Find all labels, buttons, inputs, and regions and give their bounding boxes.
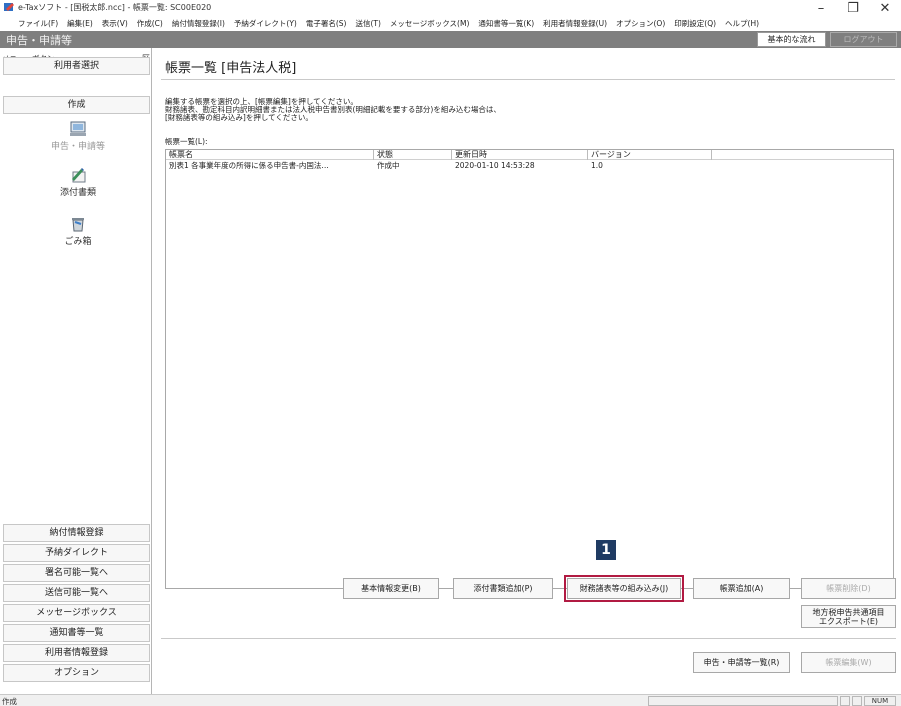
cell-updated: 2020-01-10 14:53:28 bbox=[455, 161, 535, 170]
menu-view[interactable]: 表示(V) bbox=[102, 17, 128, 31]
maximize-icon[interactable]: ❐ bbox=[838, 0, 868, 18]
instructions: 編集する帳票を選択の上、[帳票編集]を押してください。 財務諸表、勘定科目内訳明… bbox=[165, 98, 501, 122]
add-attachment-button[interactable]: 添付書類追加(P) bbox=[453, 578, 553, 599]
column-header-version[interactable]: バージョン bbox=[588, 150, 712, 160]
sidebar-sendable-list-button[interactable]: 送信可能一覧へ bbox=[3, 584, 150, 602]
delete-form-button[interactable]: 帳票削除(D) bbox=[801, 578, 896, 599]
step-badge: 1 bbox=[596, 540, 616, 560]
column-header-status[interactable]: 状態 bbox=[374, 150, 452, 160]
close-icon[interactable]: ✕ bbox=[870, 0, 900, 18]
tool-application[interactable]: 申告・申請等 bbox=[38, 121, 118, 152]
menu-message-box[interactable]: メッセージボックス(M) bbox=[390, 17, 469, 31]
tool-trash[interactable]: ごみ箱 bbox=[38, 216, 118, 247]
menu-edit[interactable]: 編集(E) bbox=[67, 17, 93, 31]
status-text: 作成 bbox=[2, 697, 17, 706]
num-lock-indicator: NUM bbox=[864, 696, 896, 706]
tool-application-label: 申告・申請等 bbox=[50, 142, 105, 152]
menu-options[interactable]: オプション(O) bbox=[616, 17, 665, 31]
sidebar-message-box-button[interactable]: メッセージボックス bbox=[3, 604, 150, 622]
logout-button[interactable]: ログアウト bbox=[830, 32, 897, 47]
section-header: 申告・申請等 基本的な流れ ログアウト bbox=[0, 31, 901, 48]
sidebar-options-button[interactable]: オプション bbox=[3, 664, 150, 682]
menu-create[interactable]: 作成(C) bbox=[137, 17, 163, 31]
menu-bar: ファイル(F) 編集(E) 表示(V) 作成(C) 納付情報登録(I) 予納ダイ… bbox=[0, 17, 901, 31]
column-header-name[interactable]: 帳票名 bbox=[166, 150, 374, 160]
menu-print-settings[interactable]: 印刷設定(Q) bbox=[674, 17, 716, 31]
bottom-divider bbox=[161, 638, 896, 639]
application-list-button[interactable]: 申告・申請等一覧(R) bbox=[693, 652, 790, 673]
sidebar-notices-button[interactable]: 通知書等一覧 bbox=[3, 624, 150, 642]
computer-icon bbox=[70, 121, 86, 136]
minimize-icon[interactable]: – bbox=[806, 0, 836, 18]
cell-status: 作成中 bbox=[377, 161, 400, 170]
title-bar: e-Taxソフト - [国税太郎.ncc] - 帳票一覧: SC00E020 –… bbox=[0, 0, 901, 16]
sidebar-user-info-button[interactable]: 利用者情報登録 bbox=[3, 644, 150, 662]
menu-send[interactable]: 送信(T) bbox=[355, 17, 380, 31]
menu-user-info[interactable]: 利用者情報登録(U) bbox=[543, 17, 607, 31]
menu-signature[interactable]: 電子署名(S) bbox=[306, 17, 347, 31]
section-title: 申告・申請等 bbox=[6, 34, 72, 47]
tool-attachment-label: 添付書類 bbox=[59, 188, 96, 198]
menu-prepay-direct[interactable]: 予納ダイレクト(Y) bbox=[234, 17, 297, 31]
basic-info-change-button[interactable]: 基本情報変更(B) bbox=[343, 578, 439, 599]
highlight-frame bbox=[564, 575, 684, 602]
export-local-tax-line2: エクスポート(E) bbox=[818, 617, 879, 626]
trash-icon bbox=[72, 218, 84, 232]
menu-payment-info[interactable]: 納付情報登録(I) bbox=[172, 17, 225, 31]
main-panel: 帳票一覧 [申告法人税] 編集する帳票を選択の上、[帳票編集]を押してください。… bbox=[153, 48, 901, 694]
sidebar-user-select-button[interactable]: 利用者選択 bbox=[3, 57, 150, 75]
sidebar-create-button[interactable]: 作成 bbox=[3, 96, 150, 114]
cell-form-name: 別表1 各事業年度の所得に係る申告書-内国法… bbox=[169, 161, 329, 170]
cell-version: 1.0 bbox=[591, 161, 603, 170]
status-cell bbox=[648, 696, 838, 706]
sidebar-payment-info-button[interactable]: 納付情報登録 bbox=[3, 524, 150, 542]
attachment-icon bbox=[72, 168, 86, 183]
tool-trash-label: ごみ箱 bbox=[64, 237, 92, 247]
window-title: e-Taxソフト - [国税太郎.ncc] - 帳票一覧: SC00E020 bbox=[18, 3, 212, 12]
etax-app-icon bbox=[4, 3, 14, 11]
status-cell bbox=[852, 696, 862, 706]
title-divider bbox=[161, 79, 895, 80]
export-local-tax-button[interactable]: 地方税申告共通項目 エクスポート(E) bbox=[801, 605, 896, 628]
sidebar: メニューボタン 区 利用者選択 作成 申告・申請等 添付書類 ごみ箱 納付情報登… bbox=[0, 48, 152, 694]
form-list-label: 帳票一覧(L): bbox=[165, 137, 208, 146]
sidebar-prepay-direct-button[interactable]: 予納ダイレクト bbox=[3, 544, 150, 562]
sidebar-signable-list-button[interactable]: 署名可能一覧へ bbox=[3, 564, 150, 582]
edit-form-button[interactable]: 帳票編集(W) bbox=[801, 652, 896, 673]
menu-notices[interactable]: 通知書等一覧(K) bbox=[478, 17, 534, 31]
add-form-button[interactable]: 帳票追加(A) bbox=[693, 578, 790, 599]
instruction-line: [財務諸表等の組み込み]を押してください。 bbox=[165, 113, 313, 122]
menu-file[interactable]: ファイル(F) bbox=[18, 17, 58, 31]
basic-flow-button[interactable]: 基本的な流れ bbox=[757, 32, 826, 47]
export-local-tax-line1: 地方税申告共通項目 bbox=[812, 608, 885, 617]
table-header: 帳票名 状態 更新日時 バージョン bbox=[166, 150, 893, 160]
menu-help[interactable]: ヘルプ(H) bbox=[725, 17, 759, 31]
tool-attachment[interactable]: 添付書類 bbox=[38, 167, 118, 198]
table-row[interactable]: 別表1 各事業年度の所得に係る申告書-内国法… 作成中 2020-01-10 1… bbox=[166, 161, 893, 171]
status-cell bbox=[840, 696, 850, 706]
status-bar: 作成 NUM bbox=[0, 694, 901, 706]
form-list-table[interactable]: 帳票名 状態 更新日時 バージョン 別表1 各事業年度の所得に係る申告書-内国法… bbox=[165, 149, 894, 589]
page-title: 帳票一覧 [申告法人税] bbox=[165, 61, 297, 76]
column-header-updated[interactable]: 更新日時 bbox=[452, 150, 588, 160]
